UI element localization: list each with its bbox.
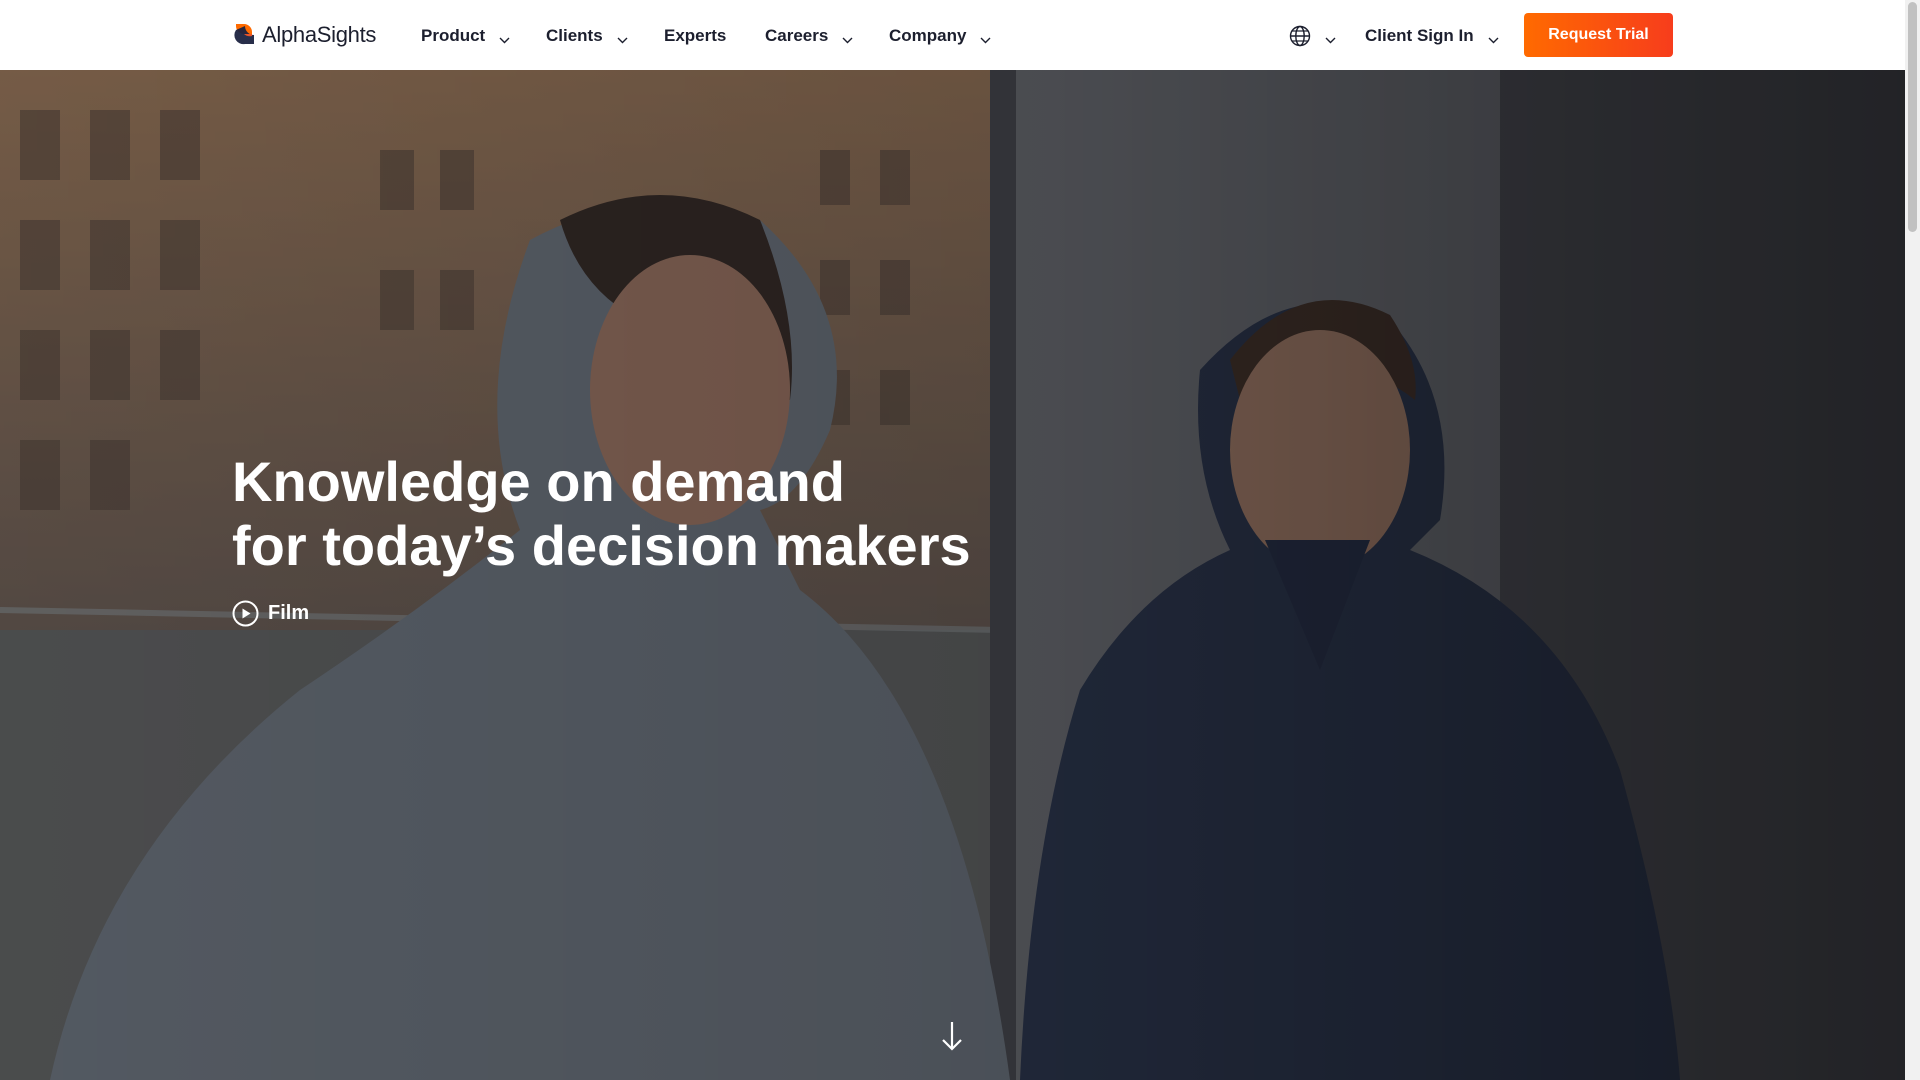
site-header: AlphaSights Product Clients Experts Care…: [0, 0, 1905, 70]
logo-text: AlphaSights: [262, 22, 377, 47]
nav-company-label: Company: [889, 26, 967, 45]
chevron-down-icon: [1488, 37, 1499, 43]
nav-company[interactable]: Company: [889, 24, 991, 48]
chevron-down-icon: [980, 37, 991, 43]
nav-experts[interactable]: Experts: [664, 24, 726, 48]
alphasights-logo[interactable]: AlphaSights: [232, 22, 376, 48]
film-label: Film: [268, 602, 310, 624]
page-scrollbar[interactable]: [1905, 0, 1920, 1080]
client-sign-in-label: Client Sign In: [1365, 26, 1474, 45]
film-link[interactable]: Film: [232, 600, 309, 627]
nav-product[interactable]: Product: [421, 24, 510, 48]
scrollbar-thumb[interactable]: [1908, 2, 1917, 232]
language-selector[interactable]: [1289, 24, 1336, 48]
hero-title-line-2: for today’s decision makers: [232, 514, 971, 577]
client-sign-in[interactable]: Client Sign In: [1365, 24, 1499, 48]
arrow-down-icon[interactable]: [940, 1020, 964, 1052]
hero-title: Knowledge on demand for today’s decision…: [232, 450, 971, 578]
hero-title-line-1: Knowledge on demand: [232, 450, 845, 513]
chevron-down-icon: [1325, 37, 1336, 43]
nav-experts-label: Experts: [664, 26, 727, 45]
chevron-down-icon: [842, 37, 853, 43]
chevron-down-icon: [499, 37, 510, 43]
request-trial-button[interactable]: Request Trial: [1524, 13, 1673, 57]
chevron-down-icon: [617, 37, 628, 43]
nav-careers-label: Careers: [765, 26, 829, 45]
alphasights-logo-mark: [234, 24, 254, 45]
play-icon: [232, 600, 259, 627]
nav-clients[interactable]: Clients: [546, 24, 628, 48]
nav-careers[interactable]: Careers: [765, 24, 853, 48]
hero-section: Knowledge on demand for today’s decision…: [0, 70, 1905, 1080]
globe-icon: [1289, 25, 1311, 47]
nav-clients-label: Clients: [546, 26, 603, 45]
nav-product-label: Product: [421, 26, 486, 45]
